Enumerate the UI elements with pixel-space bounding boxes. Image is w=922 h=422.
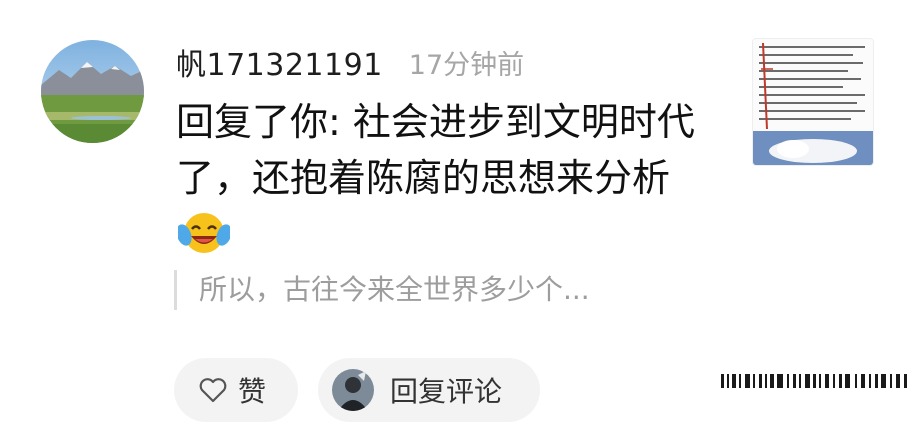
like-button[interactable]: 赞 [174, 358, 298, 422]
heart-outline-icon [198, 377, 228, 403]
watermark-barcode [715, 372, 915, 390]
like-label: 赞 [238, 375, 267, 408]
username[interactable]: 帆171321191 [176, 40, 383, 84]
comment-header: 帆171321191 17分钟前 [176, 40, 525, 84]
quoted-reply[interactable]: 所以，古往今来全世界多少个... [174, 270, 590, 310]
reply-comment-button[interactable]: 回复评论 [318, 358, 540, 422]
quoted-text: 所以，古往今来全世界多少个... [199, 273, 590, 306]
comment-text-block: 回复了你: 社会进步到文明时代了，还抱着陈腐的思想来分析 [176, 94, 721, 270]
landscape-avatar-image [41, 40, 144, 143]
user-avatar[interactable] [41, 40, 144, 143]
laughing-tears-emoji-icon [176, 209, 232, 270]
comment-text: 回复了你: 社会进步到文明时代了，还抱着陈腐的思想来分析 [176, 100, 695, 200]
timestamp: 17分钟前 [408, 49, 525, 81]
image-thumbnail[interactable] [752, 38, 874, 166]
reply-label: 回复评论 [390, 375, 503, 408]
